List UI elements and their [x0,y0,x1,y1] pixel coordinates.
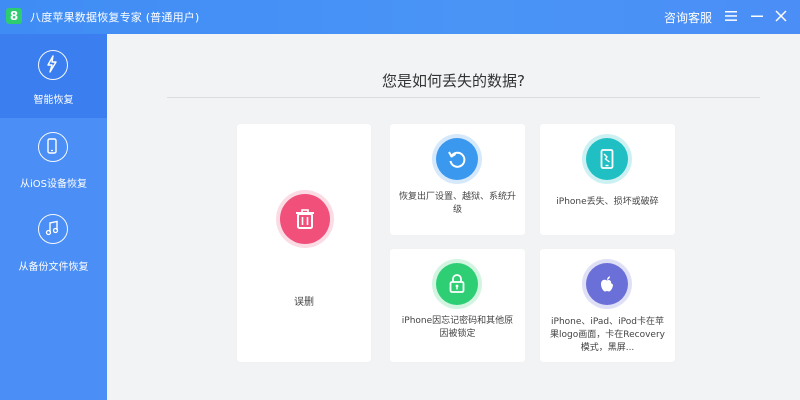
lock-icon-ring [432,259,482,309]
card-locked[interactable]: iPhone因忘记密码和其他原因被锁定 [390,249,525,362]
restore-icon-ring [432,134,482,184]
card-label: 误删 [294,297,314,308]
card-label: iPhone丢失、损坏或破碎 [556,197,659,207]
sidebar-item-label: 智能恢复 [33,95,74,106]
card-stuck-apple-logo[interactable]: iPhone、iPad、iPod卡在苹果logo画面，卡在Recovery模式，… [540,249,675,362]
apple-logo-icon [586,263,628,305]
sidebar-item-ios-device[interactable]: 从iOS设备恢复 [0,118,107,202]
broken-phone-icon [586,138,628,180]
card-label: 恢复出厂设置、越狱、系统升级 [398,192,516,215]
lock-icon [436,263,478,305]
card-accidental-delete[interactable]: 误删 [237,124,371,362]
music-note-icon [38,214,68,244]
trash-icon-ring [276,190,334,248]
restore-icon [436,138,478,180]
title-bar: 8 八度苹果数据恢复专家 (普通用户) 咨询客服 [0,0,800,34]
sidebar-item-backup-file[interactable]: 从备份文件恢复 [0,202,107,286]
card-phone-lost-broken[interactable]: iPhone丢失、损坏或破碎 [540,124,675,235]
menu-icon[interactable] [722,7,740,25]
smart-recovery-icon [38,50,68,80]
title-divider [167,97,760,98]
card-factory-reset[interactable]: 恢复出厂设置、越狱、系统升级 [390,124,525,235]
close-icon[interactable] [772,7,790,25]
apple-logo-icon-ring [582,259,632,309]
app-title: 八度苹果数据恢复专家 (普通用户) [30,11,200,24]
sidebar-item-smart-recovery[interactable]: 智能恢复 [0,34,107,118]
card-label: iPhone、iPad、iPod卡在苹果logo画面，卡在Recovery模式，… [550,317,665,353]
sidebar: 智能恢复 从iOS设备恢复 从备份文件恢复 [0,34,107,400]
trash-icon [280,194,330,244]
page-title: 您是如何丢失的数据? [382,72,525,90]
customer-support-link[interactable]: 咨询客服 [664,9,712,26]
app-logo-icon: 8 [6,8,22,24]
sidebar-item-label: 从备份文件恢复 [18,262,89,273]
minimize-icon[interactable] [748,7,766,25]
phone-icon [38,132,68,162]
sidebar-item-label: 从iOS设备恢复 [20,179,87,190]
broken-phone-icon-ring [582,134,632,184]
card-label: iPhone因忘记密码和其他原因被锁定 [401,316,514,339]
main-content: 您是如何丢失的数据? 误删 恢复出厂设置、越狱、系统升级 iPhone丢失、损坏… [107,34,800,400]
